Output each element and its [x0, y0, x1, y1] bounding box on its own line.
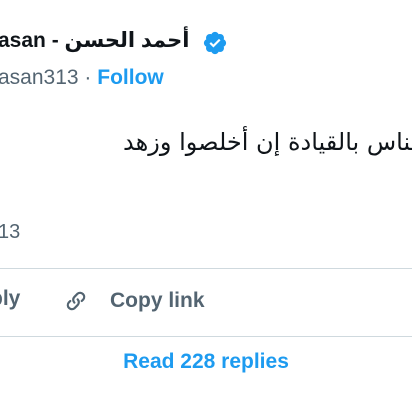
read-replies-button[interactable]: Read 228 replies [0, 350, 412, 374]
divider-top [0, 268, 412, 269]
tweet-text: لناس بالقيادة إن أخلصوا وزهد [123, 128, 412, 156]
handle-dot: · [78, 66, 98, 89]
divider-bottom [0, 336, 412, 337]
verified-badge-icon [203, 31, 227, 55]
author-handle-line: asan313 · Follow [0, 66, 164, 90]
author-name-en[interactable]: asan [0, 29, 46, 52]
author-name-ar[interactable]: أحمد الحسن [65, 29, 190, 52]
copy-link-label: Copy link [110, 289, 205, 312]
follow-button[interactable]: Follow [97, 66, 164, 89]
tweet-timestamp[interactable]: 13 [0, 221, 20, 244]
link-icon [66, 291, 86, 311]
copy-link-button[interactable]: Copy link [62, 287, 205, 315]
author-name-line[interactable]: asan - أحمد الحسن [0, 28, 189, 53]
name-separator: - [45, 29, 65, 52]
reply-button[interactable]: ply [0, 287, 20, 311]
author-handle[interactable]: asan313 [0, 66, 79, 89]
